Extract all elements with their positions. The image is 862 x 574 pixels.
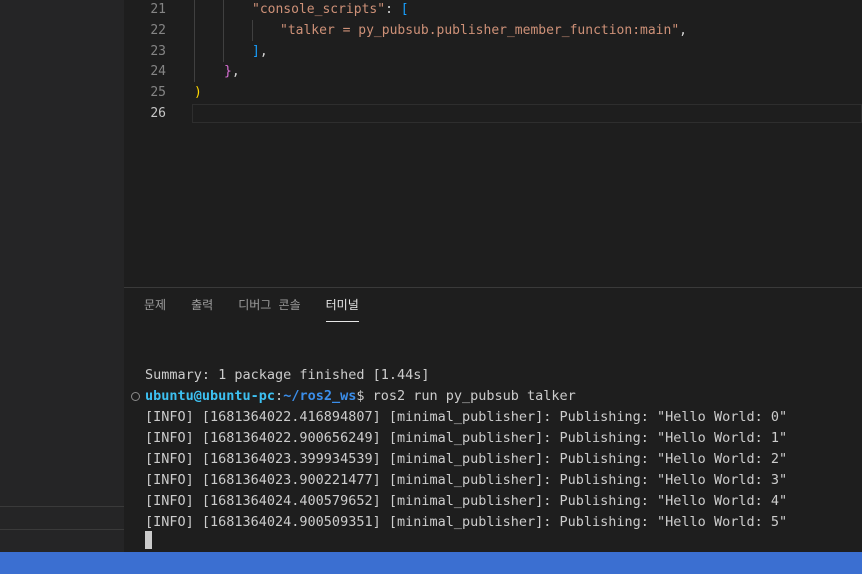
circle-icon (131, 392, 140, 401)
code-token: , (679, 22, 687, 38)
panel-tab[interactable]: 출력 (191, 296, 213, 322)
code-line[interactable]: 26 (124, 103, 862, 124)
panel-tab[interactable]: 문제 (144, 296, 166, 322)
terminal-log-line: [INFO] [1681364024.400579652] [minimal_p… (145, 492, 788, 509)
code-editor[interactable]: 21 "console_scripts": [22 "talker = py_pub… (124, 0, 862, 287)
indent-guide (194, 0, 195, 20)
code-line[interactable]: 22 "talker = py_pubsub.publisher_member_f… (124, 19, 862, 41)
code-token: "console_scripts" (252, 2, 386, 17)
code-token: [ (400, 2, 409, 17)
line-number: 25 (150, 85, 166, 101)
code-text: "talker = py_pubsub.publisher_member_fun… (280, 20, 687, 41)
prompt-separator: : (275, 388, 284, 404)
indent-guide (194, 61, 195, 83)
line-number: 22 (150, 22, 166, 38)
terminal[interactable]: 문제 출력 디버그 콘솔 터미널 Summary: 1 package finishe… (124, 288, 862, 553)
code-line[interactable]: 25) (124, 82, 862, 103)
prompt-command: $ ros2 run py_pubsub talker (356, 388, 576, 404)
code-text: ) (194, 82, 202, 103)
indent-guide (223, 0, 224, 20)
code-text: }, (224, 61, 240, 82)
code-token: } (224, 64, 232, 80)
panel-tab[interactable]: 디버그 콘솔 (238, 296, 300, 322)
panel-tab[interactable]: 터미널 (325, 296, 359, 322)
code-token: , (231, 64, 240, 80)
terminal-cursor (145, 531, 152, 549)
status-bar (0, 552, 862, 574)
indent-guide (252, 19, 253, 41)
code-line[interactable]: 24}, (124, 61, 862, 83)
terminal-prompt-line: ubuntu@ubuntu-pc:~/ros2_ws$ ros2 run py_… (145, 386, 576, 407)
bottom-panel: 문제 출력 디버그 콘솔 터미널 Summary: 1 package finishe… (124, 287, 862, 552)
sidebar-divider (0, 506, 124, 507)
line-number: 23 (150, 43, 166, 59)
panel-tabs: 문제 출력 디버그 콘솔 터미널 (144, 296, 384, 322)
prompt-user: ubuntu@ubuntu-pc (145, 388, 276, 404)
terminal-log-line: [INFO] [1681364024.900509351] [minimal_p… (145, 513, 788, 530)
prompt-path: ~/ros2_ws (283, 388, 357, 404)
sidebar (0, 0, 124, 552)
code-token: : (385, 2, 401, 17)
code-token: , (259, 43, 268, 59)
terminal-log-line: [INFO] [1681364023.399934539] [minimal_p… (145, 450, 788, 467)
terminal-log-line: [INFO] [1681364022.900656249] [minimal_p… (145, 429, 788, 446)
indent-guide (223, 40, 224, 62)
terminal-log-line: [INFO] [1681364022.416894807] [minimal_p… (145, 409, 788, 425)
indent-guide (194, 40, 195, 62)
indent-guide (194, 19, 195, 41)
code-line[interactable]: 21 "console_scripts": [ (124, 0, 862, 20)
indent-guide (223, 19, 224, 41)
code-line[interactable]: 23], (124, 40, 862, 62)
terminal-log-line: [INFO] [1681364023.900221477] [minimal_p… (145, 471, 788, 488)
code-text: "console_scripts": [ (252, 0, 409, 20)
line-number: 24 (150, 64, 166, 80)
sidebar-divider (0, 529, 124, 530)
line-number: 26 (150, 106, 166, 121)
current-line-highlight (192, 104, 862, 123)
line-number: 21 (150, 2, 166, 17)
code-token: ) (194, 85, 202, 101)
code-text: ], (252, 41, 268, 62)
terminal-summary: Summary: 1 package finished [1.44s] (145, 367, 430, 383)
code-token: "talker = py_pubsub.publisher_member_fun… (280, 22, 680, 38)
code-token: ] (252, 43, 260, 59)
